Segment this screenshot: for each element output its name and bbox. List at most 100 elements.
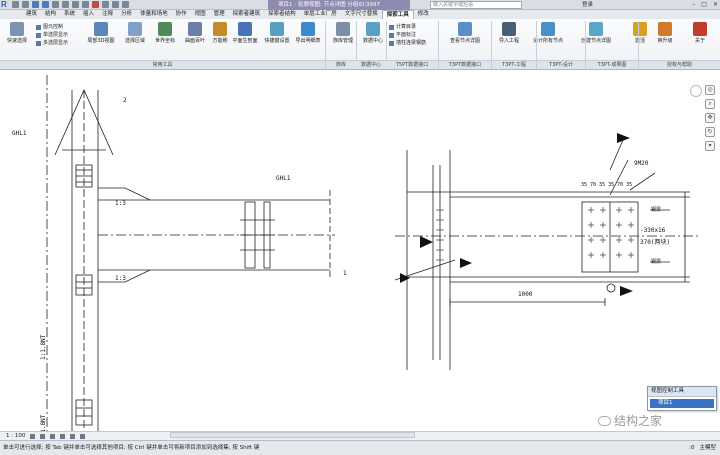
- single-layer-label: 单选层显示: [43, 32, 69, 38]
- tab-15[interactable]: 修改: [414, 10, 433, 19]
- app-logo-icon[interactable]: R: [1, 0, 10, 10]
- redo-icon[interactable]: [42, 1, 49, 8]
- status-message: 单击可进行选择; 按 Tab 键并单击可选择其他项目; 按 Ctrl 键并单击可…: [3, 445, 260, 451]
- ribbon-button-9[interactable]: 数据中心: [358, 22, 388, 44]
- drawing-svg: [46, 75, 700, 431]
- bolt-spec-label: 9M20: [634, 160, 649, 167]
- ribbon-icon-1: [128, 22, 142, 36]
- wall-rebar-button[interactable]: 墙柱连梁钢筋: [389, 39, 426, 47]
- slope-label-2: 1:3: [115, 275, 126, 282]
- tab-5[interactable]: 分析: [117, 10, 136, 19]
- ribbon-button-1[interactable]: 选择区域: [120, 22, 150, 44]
- window-title: 项目1 - 轮廓视图: 节点详图 分组ID:3997: [268, 0, 410, 10]
- element-control-button[interactable]: 图元控制: [36, 23, 68, 31]
- tab-12[interactable]: 单层工业厂房: [300, 10, 341, 19]
- search-input[interactable]: 键入关键字或短语: [430, 1, 522, 9]
- close-views-icon[interactable]: [122, 1, 129, 8]
- pan-icon[interactable]: ✥: [705, 113, 715, 123]
- nav-menu-icon[interactable]: ▾: [705, 141, 715, 151]
- element-control-label: 图元控制: [43, 24, 64, 30]
- visual-style-icon[interactable]: [40, 433, 46, 439]
- tab-1[interactable]: 结构: [41, 10, 60, 19]
- ribbon-more-label: 设计所有节点: [533, 38, 564, 44]
- save-icon[interactable]: [22, 1, 29, 8]
- grid-label-1: 1: [343, 270, 347, 277]
- panel-label-6: T3PT-设计: [537, 60, 585, 69]
- ribbon-button-label: 万能刷: [212, 38, 228, 44]
- close-icon[interactable]: ✕: [713, 0, 718, 10]
- panel-label-2: 数据中心: [356, 60, 386, 69]
- maximize-icon[interactable]: □: [701, 0, 707, 10]
- dimension-icon[interactable]: [72, 1, 79, 8]
- sun-path-icon[interactable]: [50, 433, 56, 439]
- section-icon[interactable]: [102, 1, 109, 8]
- orbit-icon[interactable]: ↻: [705, 127, 715, 137]
- tab-0[interactable]: 建筑: [22, 10, 41, 19]
- ribbon-button-6[interactable]: 快捷键设置: [262, 22, 292, 44]
- tab-6[interactable]: 体量和场地: [136, 10, 172, 19]
- watermark-text: 结构之家: [614, 414, 663, 428]
- sign-in-link[interactable]: 登录: [582, 0, 593, 10]
- dimension-1000: 1000: [518, 291, 533, 298]
- open-icon[interactable]: [12, 1, 19, 8]
- multi-layer-label: 多选层显示: [43, 40, 69, 46]
- tab-9[interactable]: 管理: [210, 10, 229, 19]
- ribbon-more-button-2[interactable]: 设计所有节点: [533, 22, 563, 44]
- element-control-icon: [36, 24, 41, 30]
- quick-select-button[interactable]: 快速选择: [2, 22, 32, 44]
- zoom-icon[interactable]: ⌕: [705, 99, 715, 109]
- top-dimensions: 35 70 35 35 70 35: [581, 182, 633, 188]
- single-layer-button[interactable]: 单选层显示: [36, 31, 68, 39]
- thin-lines-icon[interactable]: [112, 1, 119, 8]
- text-icon[interactable]: [82, 1, 89, 8]
- ribbon-button-0[interactable]: 局部3D视图: [86, 22, 116, 44]
- detail-level-icon[interactable]: [30, 433, 36, 439]
- shadows-icon[interactable]: [60, 433, 66, 439]
- measure-icon[interactable]: [62, 1, 69, 8]
- ribbon-button-5[interactable]: 平面生剖面: [230, 22, 260, 44]
- ribbon-more-label: 换升级: [657, 38, 673, 44]
- grid-label-2: 2: [123, 97, 127, 104]
- tab-7[interactable]: 协作: [172, 10, 191, 19]
- ribbon-more-label: 导入工程: [498, 38, 519, 44]
- plan-annotate-icon: [389, 32, 394, 38]
- hide-isolate-icon[interactable]: [80, 433, 86, 439]
- undo-icon[interactable]: [32, 1, 39, 8]
- ribbon-more-button-0[interactable]: 查看节点详图: [450, 22, 480, 44]
- ribbon-more-button-1[interactable]: 导入工程: [494, 22, 524, 44]
- horizontal-scrollbar[interactable]: [170, 432, 415, 438]
- tab-11[interactable]: 探索者结构: [264, 10, 300, 19]
- ribbon-icon-7: [301, 22, 315, 36]
- print-icon[interactable]: [52, 1, 59, 8]
- active-model[interactable]: 主模型: [699, 441, 716, 455]
- tab-8[interactable]: 视图: [191, 10, 210, 19]
- crop-view-icon[interactable]: [70, 433, 76, 439]
- 3d-view-icon[interactable]: [92, 1, 99, 8]
- ribbon-more-icon-2: [541, 22, 555, 36]
- tab-14[interactable]: 探索工具: [381, 10, 414, 19]
- plan-annotate-button[interactable]: 平面标注: [389, 31, 426, 39]
- view-control-popup: 视图控制工具 项目1: [647, 386, 717, 411]
- ribbon-button-7[interactable]: 导出明细表: [293, 22, 323, 44]
- popup-item[interactable]: 项目1: [650, 399, 714, 408]
- viewcube-icon[interactable]: [690, 85, 702, 97]
- ribbon-more-button-5[interactable]: 换升级: [650, 22, 680, 44]
- beam-side-label: 钢梁: [651, 207, 662, 213]
- ribbon-button-2[interactable]: 世界坐标: [150, 22, 180, 44]
- tab-2[interactable]: 系统: [60, 10, 79, 19]
- minimize-icon[interactable]: –: [692, 0, 695, 10]
- tab-10[interactable]: 探索者建筑: [229, 10, 265, 19]
- ribbon-more-button-6[interactable]: 关于: [685, 22, 715, 44]
- steering-wheel-icon[interactable]: ◎: [705, 85, 715, 95]
- drawing-canvas[interactable]: 2 1 GHL1 GHL1 1:3 1:3 1:1.8NT 1:1.8NT 9M…: [0, 70, 720, 440]
- ribbon-icon-3: [188, 22, 202, 36]
- plate-length-label: 370(两块): [640, 239, 671, 246]
- ribbon-more-icon-5: [658, 22, 672, 36]
- calc-dir-button[interactable]: 计算目录: [389, 23, 426, 31]
- tab-3[interactable]: 插入: [79, 10, 98, 19]
- layer-display-group: 图元控制 单选层显示 多选层显示: [36, 23, 68, 47]
- tab-4[interactable]: 注释: [98, 10, 117, 19]
- multi-layer-button[interactable]: 多选层显示: [36, 39, 68, 47]
- tab-13[interactable]: 文字尺寸替换: [341, 10, 382, 19]
- ribbon-button-8[interactable]: 族库管理: [328, 22, 358, 44]
